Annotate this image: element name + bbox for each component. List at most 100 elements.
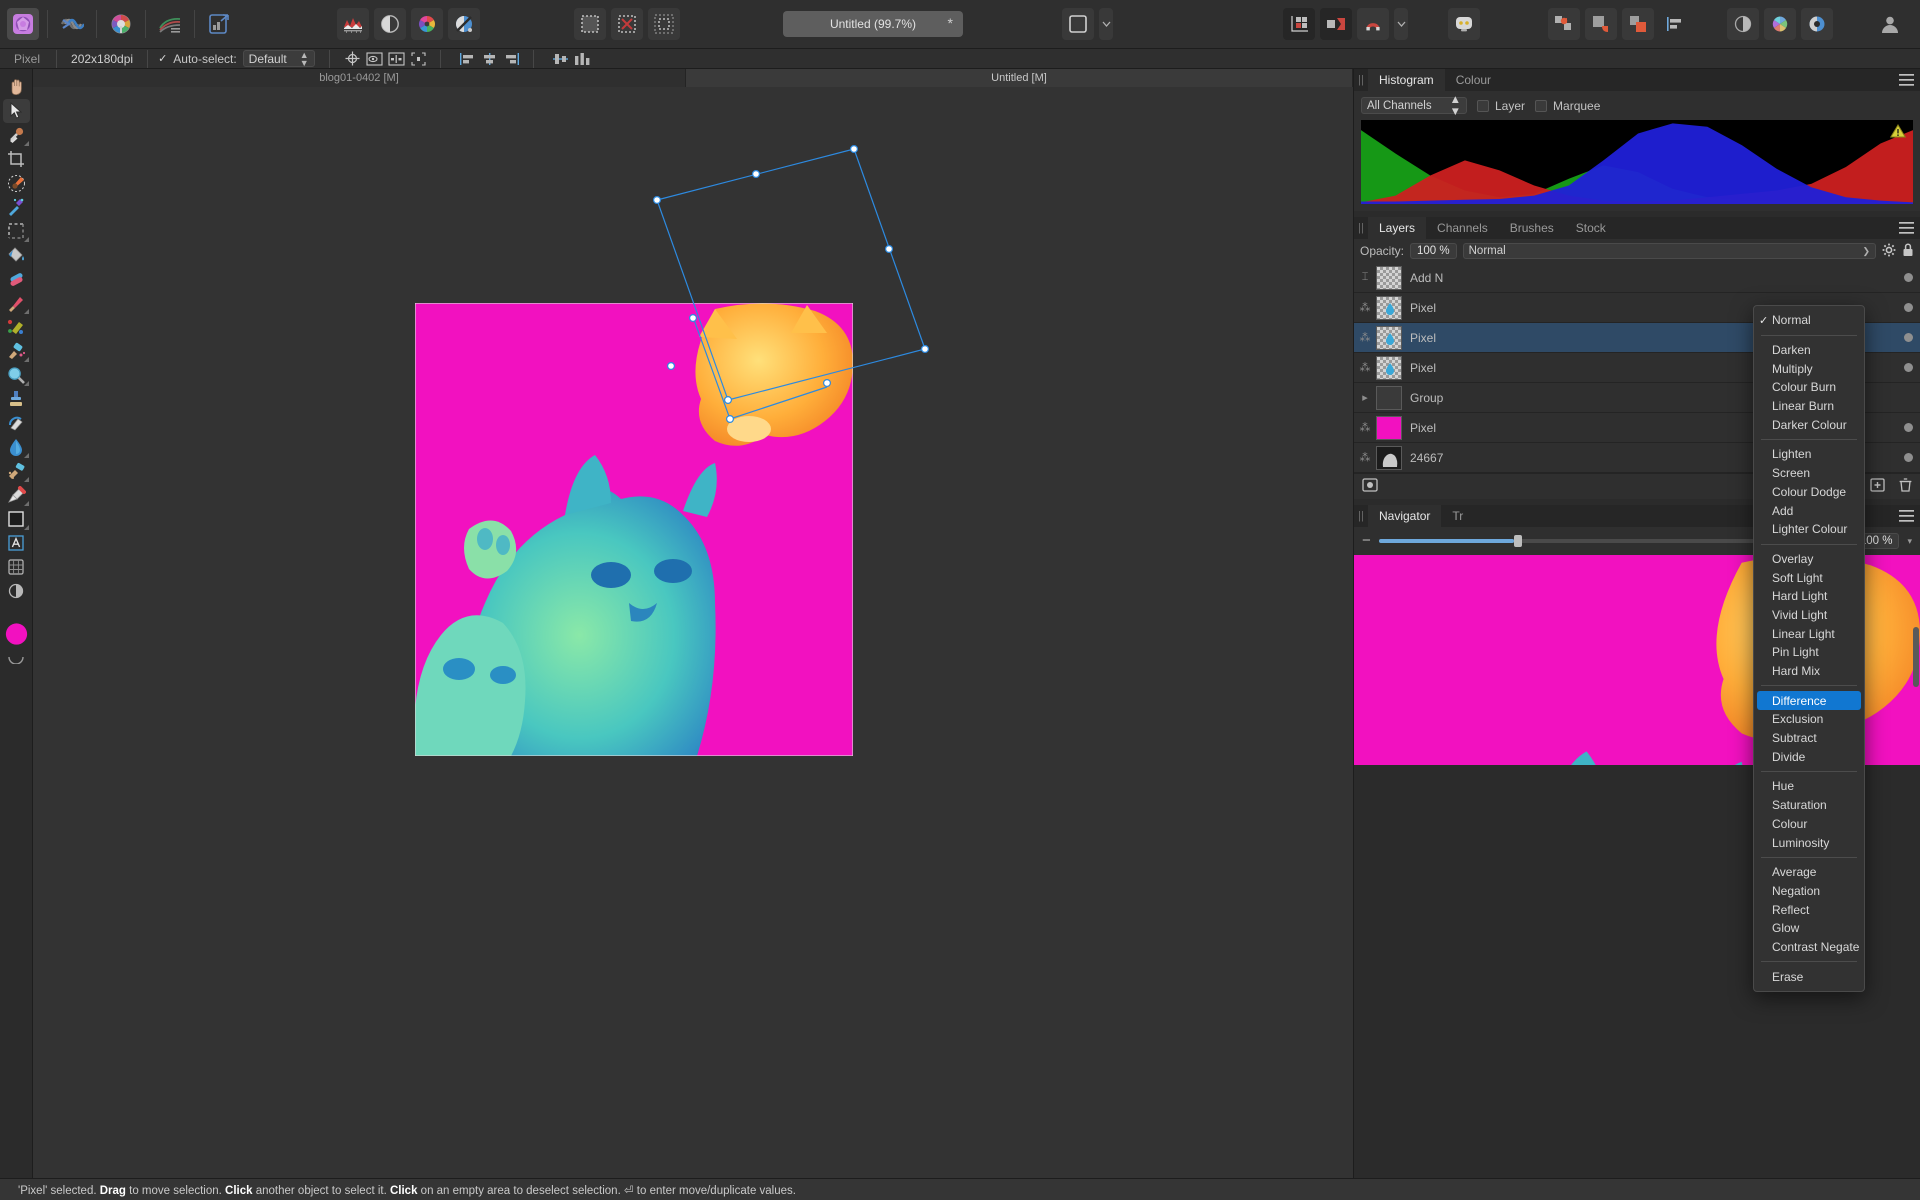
- histogram-adjust-icon[interactable]: [337, 8, 369, 40]
- preset-select[interactable]: Default ▲ ▼: [242, 50, 315, 67]
- colour-swatch-foreground[interactable]: [3, 619, 30, 651]
- magnet-snapping-icon[interactable]: [1357, 8, 1389, 40]
- auto-select-checkbox[interactable]: ✓ Auto-select:: [154, 52, 241, 66]
- panel-grip-icon[interactable]: ||: [1354, 505, 1368, 527]
- mesh-warp-tool[interactable]: [3, 555, 30, 579]
- tab-colour[interactable]: Colour: [1445, 69, 1502, 91]
- view-mode-icon[interactable]: [1320, 8, 1352, 40]
- blend-mode-dropdown[interactable]: Normal DarkenMultiplyColour BurnLinear Bu…: [1753, 305, 1865, 992]
- photo-persona-button[interactable]: [7, 8, 39, 40]
- blend-mode-option[interactable]: Soft Light: [1754, 568, 1864, 587]
- colour-picker-tool[interactable]: [3, 123, 30, 147]
- show-handles-icon[interactable]: [408, 50, 430, 68]
- blend-mode-option[interactable]: Colour Burn: [1754, 378, 1864, 397]
- blend-mode-option[interactable]: Overlay: [1754, 550, 1864, 569]
- blend-mode-option[interactable]: Multiply: [1754, 359, 1864, 378]
- panel-grip-icon[interactable]: ||: [1354, 217, 1368, 239]
- blend-mode-option[interactable]: Lighter Colour: [1754, 520, 1864, 539]
- blend-mode-option[interactable]: Colour Dodge: [1754, 483, 1864, 502]
- layer-row[interactable]: ⌶ Add N: [1354, 263, 1920, 293]
- blend-mode-option[interactable]: Normal: [1754, 311, 1864, 330]
- add-layer-icon[interactable]: [1870, 478, 1885, 495]
- export-persona-button[interactable]: [203, 8, 235, 40]
- marquee-tool[interactable]: [3, 219, 30, 243]
- pen-tool[interactable]: [3, 483, 30, 507]
- lighting-icon[interactable]: [448, 8, 480, 40]
- document-tab-untitled[interactable]: Untitled [M]: [686, 69, 1353, 87]
- navigator-expand-icon[interactable]: ▾: [1907, 536, 1912, 547]
- histogram-channel-select[interactable]: All Channels ▲ ▼: [1361, 94, 1467, 118]
- layer-drag-handle[interactable]: ⁂: [1354, 421, 1376, 434]
- add-mask-icon[interactable]: [1362, 478, 1378, 495]
- show-transform-origin-icon[interactable]: [342, 50, 364, 68]
- layer-drag-handle[interactable]: ⁂: [1354, 451, 1376, 464]
- histogram-marquee-checkbox[interactable]: Marquee: [1535, 99, 1600, 113]
- zoom-slider-knob[interactable]: [1513, 535, 1522, 547]
- flood-fill-tool[interactable]: [3, 243, 30, 267]
- show-bounding-box-icon[interactable]: [364, 50, 386, 68]
- document-title-tab[interactable]: Untitled (99.7%) *: [783, 11, 963, 37]
- dodge-brush-tool[interactable]: [3, 459, 30, 483]
- blend-mode-option[interactable]: Screen: [1754, 464, 1864, 483]
- blend-mode-select[interactable]: Normal ❯: [1462, 243, 1876, 259]
- panel-grip-icon[interactable]: ||: [1354, 69, 1368, 91]
- blend-mode-option[interactable]: Negation: [1754, 882, 1864, 901]
- gradient-tool[interactable]: [3, 267, 30, 291]
- blend-mode-option[interactable]: Erase: [1754, 967, 1864, 986]
- move-back-icon[interactable]: [1622, 8, 1654, 40]
- blend-mode-option[interactable]: Linear Light: [1754, 624, 1864, 643]
- vector-crop-tool[interactable]: [3, 579, 30, 603]
- zoom-out-icon[interactable]: −: [1362, 533, 1371, 548]
- blend-mode-option[interactable]: Darken: [1754, 341, 1864, 360]
- paint-brush-tool[interactable]: [3, 291, 30, 315]
- crop-tool[interactable]: [3, 147, 30, 171]
- blend-mode-option[interactable]: Add: [1754, 501, 1864, 520]
- blur-brush-tool[interactable]: [3, 435, 30, 459]
- layer-visibility-toggle[interactable]: [1896, 333, 1920, 342]
- tab-histogram[interactable]: Histogram: [1368, 69, 1445, 91]
- layer-drag-handle[interactable]: ⁂: [1354, 331, 1376, 344]
- tab-navigator[interactable]: Navigator: [1368, 505, 1442, 527]
- layer-drag-handle[interactable]: ⁂: [1354, 301, 1376, 314]
- liquify-persona-button[interactable]: [56, 8, 88, 40]
- rectangle-tool[interactable]: [3, 507, 30, 531]
- paint-mixer-tool[interactable]: [3, 315, 30, 339]
- tab-brushes[interactable]: Brushes: [1499, 217, 1565, 239]
- document-tab-blog[interactable]: blog01-0402 [M]: [33, 69, 686, 87]
- layers-scrollbar[interactable]: [1913, 627, 1919, 687]
- blend-mode-option[interactable]: Vivid Light: [1754, 606, 1864, 625]
- blend-mode-option[interactable]: Luminosity: [1754, 833, 1864, 852]
- navigator-panel-menu-icon[interactable]: [1892, 505, 1920, 527]
- layer-visibility-toggle[interactable]: [1896, 273, 1920, 282]
- blend-mode-option[interactable]: Subtract: [1754, 729, 1864, 748]
- blend-mode-option[interactable]: Difference: [1757, 691, 1861, 711]
- colour-swatch-reset[interactable]: [3, 651, 30, 667]
- colour-picker-icon[interactable]: [1801, 8, 1833, 40]
- snapshot-chevron-icon[interactable]: [1099, 8, 1113, 40]
- move-forward-icon[interactable]: [1585, 8, 1617, 40]
- colour-wheel-icon[interactable]: [411, 8, 443, 40]
- selection-brush-tool[interactable]: [3, 171, 30, 195]
- select-all-icon[interactable]: [574, 8, 606, 40]
- align-middle-icon[interactable]: [550, 50, 572, 68]
- canvas-stage[interactable]: [33, 87, 1353, 1200]
- histogram-layer-checkbox[interactable]: Layer: [1477, 99, 1525, 113]
- swatches-icon[interactable]: [1764, 8, 1796, 40]
- invert-selection-icon[interactable]: [648, 8, 680, 40]
- align-center-icon[interactable]: [479, 50, 501, 68]
- blend-mode-option[interactable]: Hard Mix: [1754, 662, 1864, 681]
- move-tool[interactable]: [2, 99, 30, 123]
- blend-mode-option[interactable]: Exclusion: [1754, 710, 1864, 729]
- layer-visibility-toggle[interactable]: [1896, 423, 1920, 432]
- align-panel-icon[interactable]: [1659, 8, 1691, 40]
- layer-visibility-toggle[interactable]: [1896, 453, 1920, 462]
- erase-brush-tool[interactable]: [3, 339, 30, 363]
- tab-channels[interactable]: Channels: [1426, 217, 1499, 239]
- layer-visibility-toggle[interactable]: [1896, 303, 1920, 312]
- blend-mode-option[interactable]: Darker Colour: [1754, 415, 1864, 434]
- layer-drag-handle[interactable]: ▸: [1354, 391, 1376, 404]
- align-right-icon[interactable]: [501, 50, 523, 68]
- live-filter-icon[interactable]: [374, 8, 406, 40]
- layer-drag-handle[interactable]: ⁂: [1354, 361, 1376, 374]
- snapping-chevron-icon[interactable]: [1394, 8, 1408, 40]
